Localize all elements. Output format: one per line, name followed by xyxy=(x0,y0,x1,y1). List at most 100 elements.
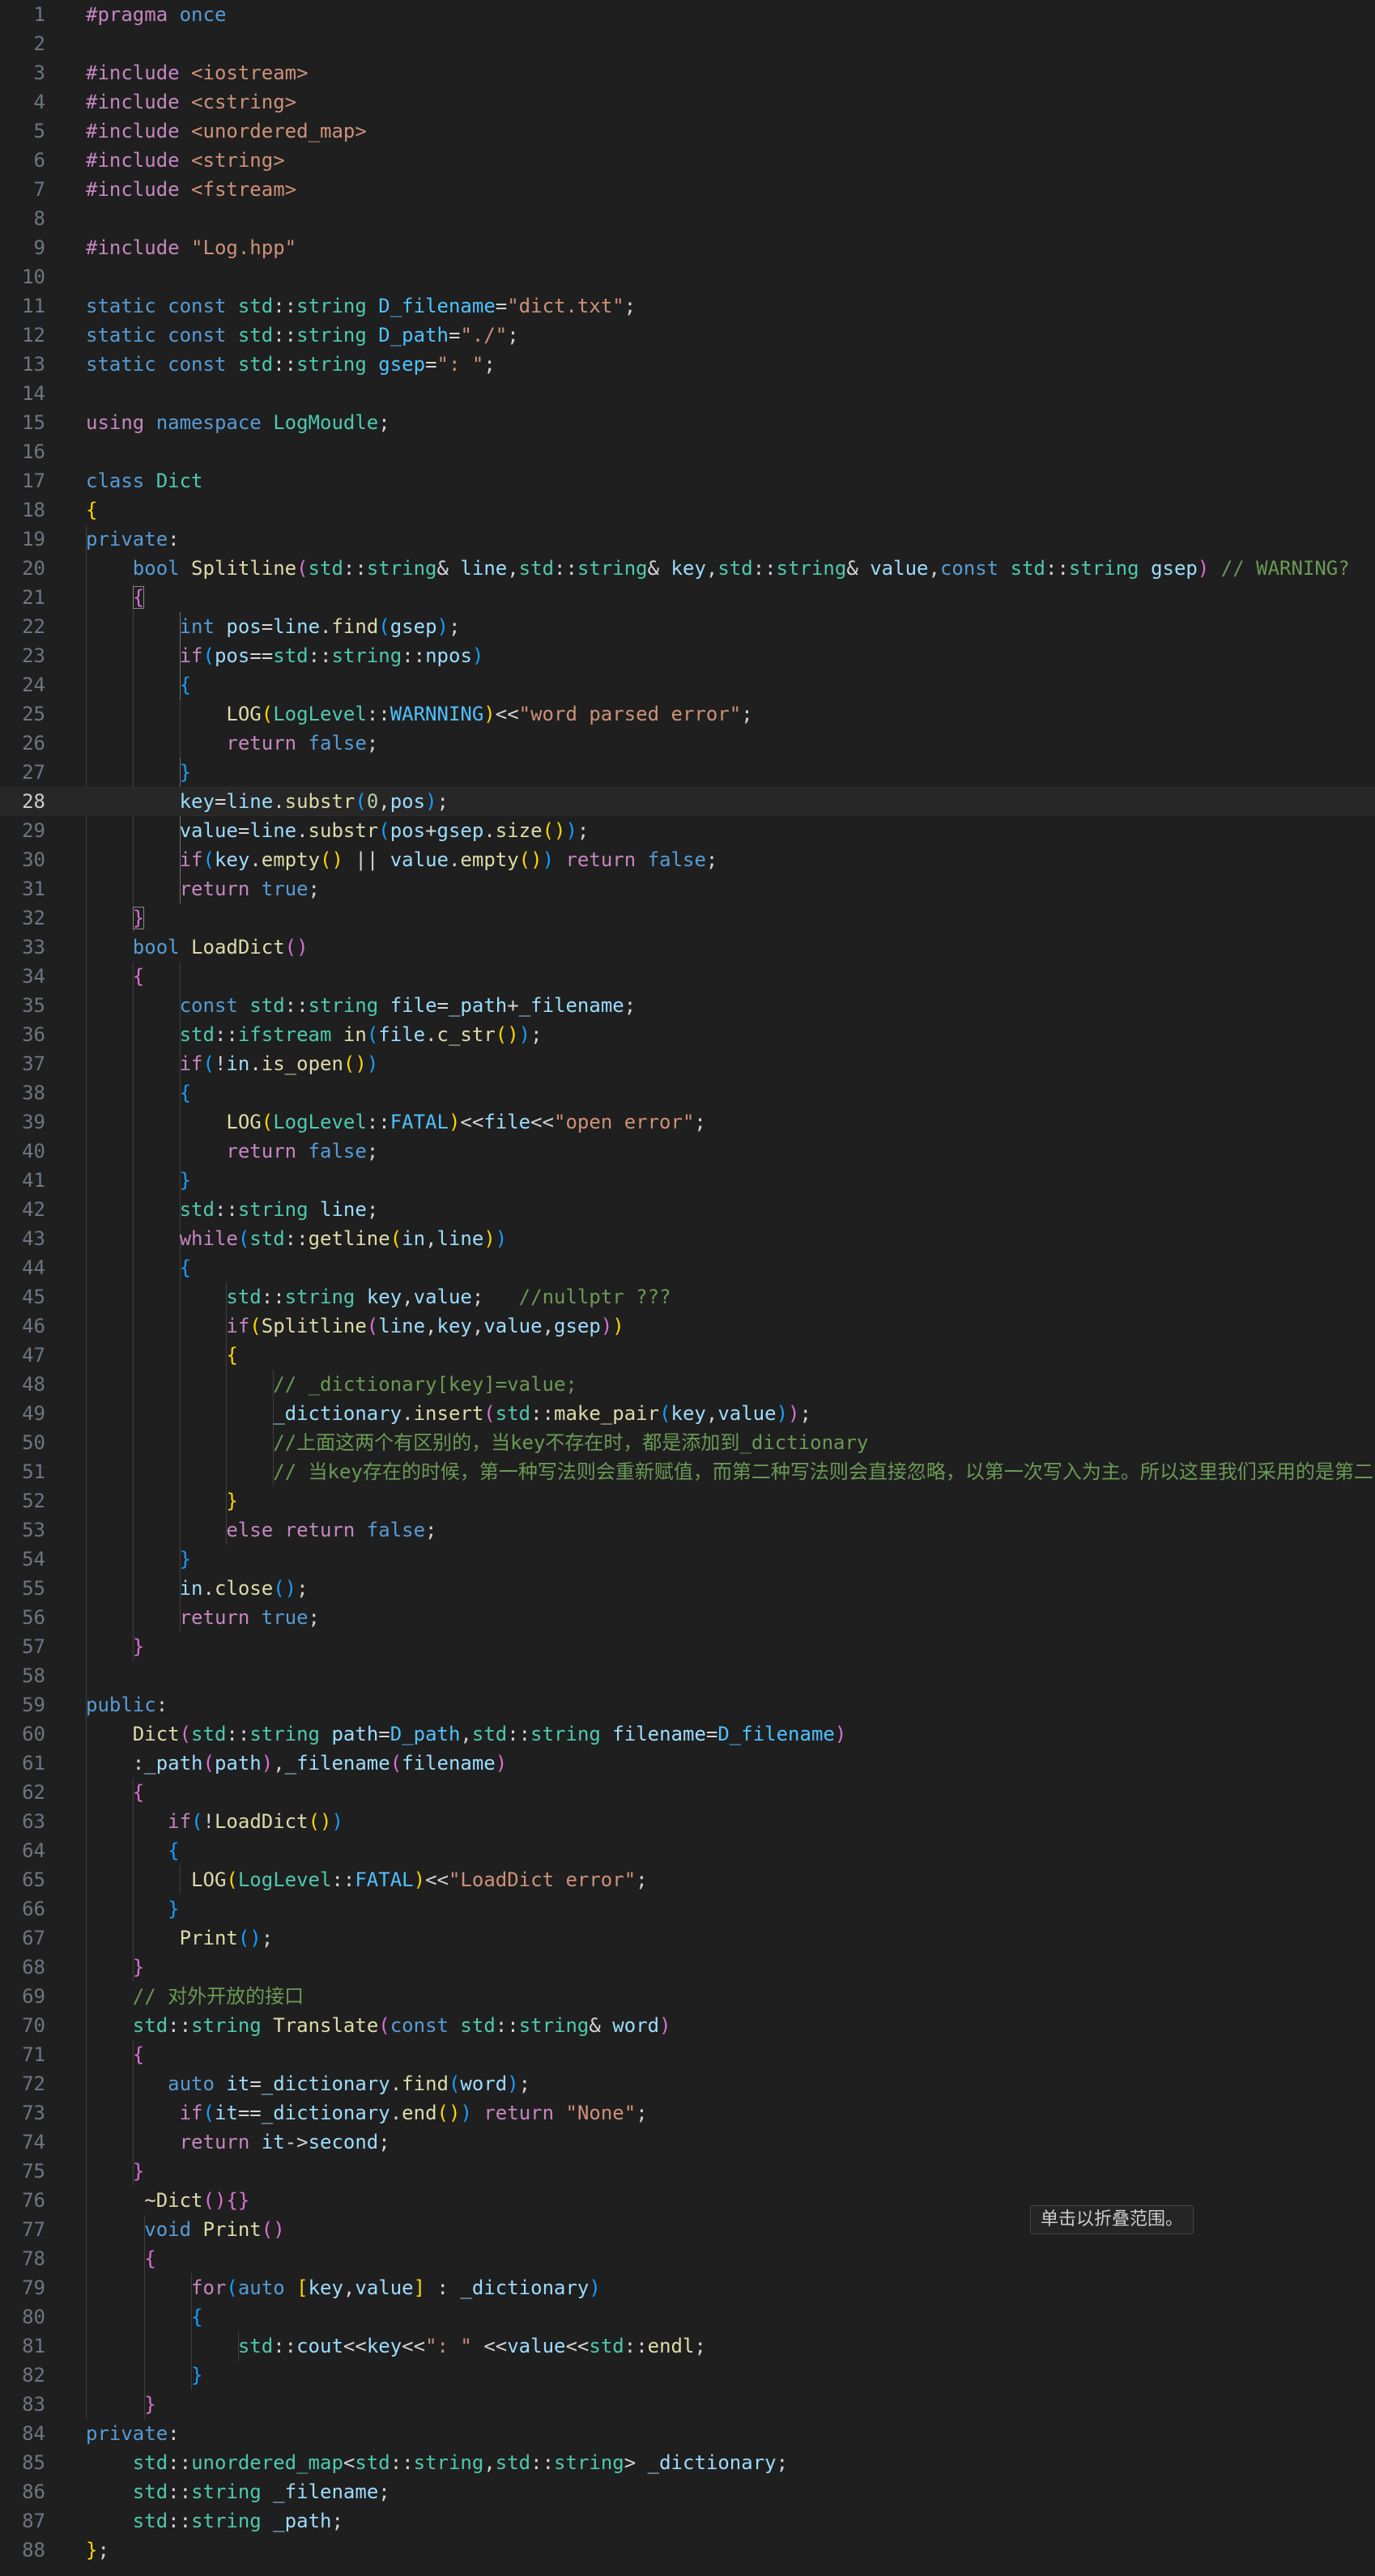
line-number: 66 xyxy=(22,1898,45,1920)
code-line[interactable]: 53 else return false; xyxy=(0,1515,1375,1545)
code-line[interactable]: 23 if(pos==std::string::npos) xyxy=(0,641,1375,670)
code-line[interactable]: 47 { xyxy=(0,1341,1375,1370)
code-line[interactable]: 60 Dict(std::string path=D_path,std::str… xyxy=(0,1719,1375,1749)
code-line[interactable]: 36 std::ifstream in(file.c_str()); xyxy=(0,1020,1375,1049)
line-number: 34 xyxy=(22,965,45,988)
code-line[interactable]: 18 { xyxy=(0,495,1375,525)
code-line[interactable]: 84 private: xyxy=(0,2419,1375,2448)
line-number: 47 xyxy=(22,1344,45,1367)
code-line[interactable]: 42 std::string line; xyxy=(0,1195,1375,1224)
code-line[interactable]: 29 value=line.substr(pos+gsep.size()); xyxy=(0,816,1375,845)
code-line[interactable]: 40 return false; xyxy=(0,1137,1375,1166)
code-line[interactable]: 54 } xyxy=(0,1545,1375,1574)
code-line[interactable]: 39 LOG(LogLevel::FATAL)<<file<<"open err… xyxy=(0,1107,1375,1137)
code-line[interactable]: 78 { xyxy=(0,2244,1375,2273)
line-code: } xyxy=(191,2364,203,2387)
code-line[interactable]: 55 in.close(); xyxy=(0,1574,1375,1603)
code-line[interactable]: 43 while(std::getline(in,line)) xyxy=(0,1224,1375,1253)
code-editor[interactable]: 1 #pragma once 2 3 #include <iostream> 4 #incl… xyxy=(0,0,1375,2576)
line-code: using namespace LogMoudle; xyxy=(86,411,390,434)
code-line[interactable]: 27 } xyxy=(0,758,1375,787)
code-line[interactable]: 1 #pragma once xyxy=(0,0,1375,29)
code-line[interactable]: 49 _dictionary.insert(std::make_pair(key… xyxy=(0,1399,1375,1428)
code-line[interactable]: 22 int pos=line.find(gsep); xyxy=(0,612,1375,641)
code-line[interactable]: 15 using namespace LogMoudle; xyxy=(0,408,1375,437)
code-line[interactable]: 66 } xyxy=(0,1894,1375,1923)
line-code: if(!in.is_open()) xyxy=(179,1052,379,1075)
line-number: 63 xyxy=(22,1810,45,1833)
code-line[interactable]: 20 bool Splitline(std::string& line,std:… xyxy=(0,554,1375,583)
code-line[interactable]: 45 std::string key,value; //nullptr ??? xyxy=(0,1282,1375,1311)
code-line[interactable]: 88}; xyxy=(0,2536,1375,2565)
code-line[interactable]: 79 for(auto [key,value] : _dictionary) xyxy=(0,2273,1375,2302)
code-line[interactable]: 46 if(Splitline(line,key,value,gsep)) xyxy=(0,1311,1375,1341)
code-line[interactable]: 81 std::cout<<key<<": " <<value<<std::en… xyxy=(0,2332,1375,2361)
code-line[interactable]: 41 } xyxy=(0,1166,1375,1195)
code-line[interactable]: 24 { xyxy=(0,670,1375,699)
code-line[interactable]: 21 { xyxy=(0,583,1375,612)
code-line[interactable]: 4 #include <cstring> xyxy=(0,87,1375,117)
code-line[interactable]: 31 return true; xyxy=(0,874,1375,903)
code-line[interactable]: 51 // 当key存在的时候，第一种写法则会重新赋值，而第二种写法则会直接忽略… xyxy=(0,1457,1375,1486)
code-line[interactable]: 68 } xyxy=(0,1953,1375,1982)
line-code: { xyxy=(179,1082,192,1104)
code-line[interactable]: 34 { xyxy=(0,962,1375,991)
code-line[interactable]: 28 key=line.substr(0,pos); xyxy=(0,787,1375,816)
code-line[interactable]: 30 if(key.empty() || value.empty()) retu… xyxy=(0,845,1375,874)
code-line[interactable]: 75 } xyxy=(0,2157,1375,2186)
code-line[interactable]: 61 :_path(path),_filename(filename) xyxy=(0,1749,1375,1778)
code-line[interactable]: 80 { xyxy=(0,2302,1375,2332)
line-code: #include <fstream> xyxy=(86,178,297,201)
code-line[interactable]: 12 static const std::string D_path="./"; xyxy=(0,321,1375,350)
code-line[interactable]: 72 auto it=_dictionary.find(word); xyxy=(0,2069,1375,2098)
code-line[interactable]: 10 xyxy=(0,262,1375,291)
code-line[interactable]: 44 { xyxy=(0,1253,1375,1282)
code-line[interactable]: 2 xyxy=(0,29,1375,58)
code-line[interactable]: 3 #include <iostream> xyxy=(0,58,1375,87)
code-line[interactable]: 67 Print(); xyxy=(0,1923,1375,1953)
code-line[interactable]: 52 } xyxy=(0,1486,1375,1515)
code-line[interactable]: 50 //上面这两个有区别的，当key不存在时，都是添加到_dictionary xyxy=(0,1428,1375,1457)
line-code: return false; xyxy=(226,1140,379,1163)
code-line[interactable]: 5 #include <unordered_map> xyxy=(0,117,1375,146)
code-line[interactable]: 63 if(!LoadDict()) xyxy=(0,1807,1375,1836)
code-line[interactable]: 57 } xyxy=(0,1632,1375,1661)
code-line[interactable]: 8 xyxy=(0,204,1375,233)
code-line[interactable]: 7 #include <fstream> xyxy=(0,175,1375,204)
code-line[interactable]: 48 // _dictionary[key]=value; xyxy=(0,1370,1375,1399)
code-line[interactable]: 65 LOG(LogLevel::FATAL)<<"LoadDict error… xyxy=(0,1865,1375,1894)
code-line[interactable]: 14 xyxy=(0,379,1375,408)
code-line[interactable]: 71 { xyxy=(0,2040,1375,2069)
code-line[interactable]: 82 } xyxy=(0,2361,1375,2390)
code-line[interactable]: 74 return it->second; xyxy=(0,2128,1375,2157)
code-line[interactable]: 13 static const std::string gsep=": "; xyxy=(0,350,1375,379)
code-line[interactable]: 11 static const std::string D_filename="d… xyxy=(0,291,1375,321)
code-line[interactable]: 33 bool LoadDict() xyxy=(0,933,1375,962)
code-line[interactable]: 26 return false; xyxy=(0,729,1375,758)
code-line[interactable]: 19 private: xyxy=(0,525,1375,554)
code-line[interactable]: 32 } xyxy=(0,903,1375,933)
code-line[interactable]: 64 { xyxy=(0,1836,1375,1865)
line-number: 23 xyxy=(22,644,45,667)
code-line[interactable]: 70 std::string Translate(const std::stri… xyxy=(0,2011,1375,2040)
code-line[interactable]: 85 std::unordered_map<std::string,std::s… xyxy=(0,2448,1375,2477)
code-line[interactable]: 17 class Dict xyxy=(0,466,1375,495)
line-code: // _dictionary[key]=value; xyxy=(273,1373,577,1396)
code-line[interactable]: 38 { xyxy=(0,1078,1375,1107)
code-line[interactable]: 69 // 对外开放的接口 xyxy=(0,1982,1375,2011)
line-number: 18 xyxy=(22,499,45,521)
code-line[interactable]: 16 xyxy=(0,437,1375,466)
code-line[interactable]: 6 #include <string> xyxy=(0,146,1375,175)
code-line[interactable]: 73 if(it==_dictionary.end()) return "Non… xyxy=(0,2098,1375,2128)
code-line[interactable]: 37 if(!in.is_open()) xyxy=(0,1049,1375,1078)
code-line[interactable]: 9 #include "Log.hpp" xyxy=(0,233,1375,262)
code-line[interactable]: 62 { xyxy=(0,1778,1375,1807)
code-line[interactable]: 25 LOG(LogLevel::WARNNING)<<"word parsed… xyxy=(0,699,1375,729)
code-line[interactable]: 59 public: xyxy=(0,1690,1375,1719)
code-line[interactable]: 87 std::string _path; xyxy=(0,2506,1375,2536)
code-line[interactable]: 83 } xyxy=(0,2390,1375,2419)
code-line[interactable]: 35 const std::string file=_path+_filenam… xyxy=(0,991,1375,1020)
code-line[interactable]: 58 xyxy=(0,1661,1375,1690)
code-line[interactable]: 56 return true; xyxy=(0,1603,1375,1632)
code-line[interactable]: 86 std::string _filename; xyxy=(0,2477,1375,2506)
